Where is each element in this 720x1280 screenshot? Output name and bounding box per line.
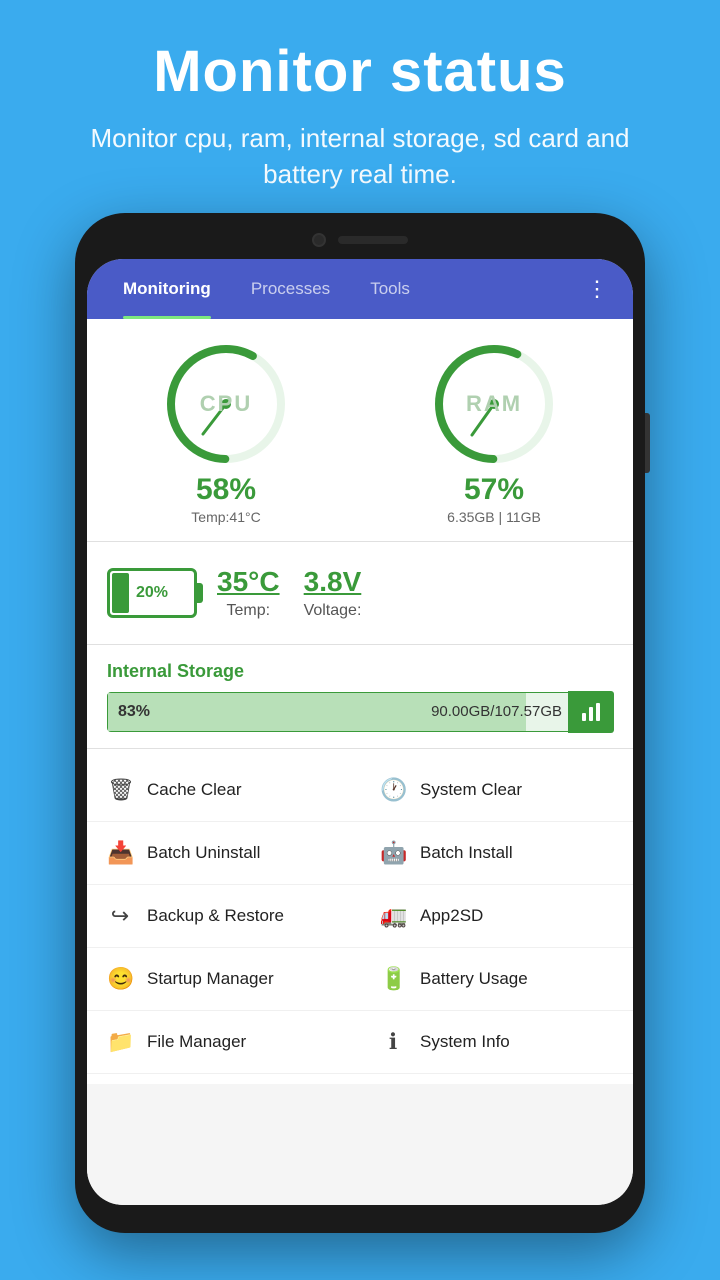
cpu-percent: 58% bbox=[196, 473, 256, 507]
hero-section: Monitor status Monitor cpu, ram, interna… bbox=[0, 0, 720, 213]
battery-percent: 20% bbox=[136, 584, 168, 602]
tools-row-3: ↪ Backup & Restore 🚛 App2SD bbox=[87, 885, 633, 948]
tools-row-4: 😊 Startup Manager 🔋 Battery Usage bbox=[87, 948, 633, 1011]
battery-fill bbox=[112, 573, 129, 613]
cpu-label: CPU bbox=[200, 391, 252, 417]
gauges-section: CPU 58% Temp:41°C RAM bbox=[87, 319, 633, 542]
batch-uninstall-label: Batch Uninstall bbox=[147, 843, 260, 863]
tool-batch-install[interactable]: 🤖 Batch Install bbox=[360, 822, 633, 885]
app-navbar: Monitoring Processes Tools ⋮ bbox=[87, 259, 633, 319]
cpu-temp: Temp:41°C bbox=[191, 509, 260, 525]
tool-batch-uninstall[interactable]: 📥 Batch Uninstall bbox=[87, 822, 360, 885]
battery-temp-value: 35°C bbox=[217, 566, 280, 598]
tool-battery-usage[interactable]: 🔋 Battery Usage bbox=[360, 948, 633, 1011]
battery-voltage-label: Voltage: bbox=[304, 602, 362, 620]
battery-temp-stat: 35°C Temp: bbox=[217, 566, 280, 620]
app2sd-icon: 🚛 bbox=[380, 903, 406, 929]
ram-gauge: RAM 57% 6.35GB | 11GB bbox=[365, 339, 623, 525]
phone-camera bbox=[312, 233, 326, 247]
tools-section: 🗑 Cache Clear 🕐 System Clear 📥 Batch Uni… bbox=[87, 749, 633, 1084]
battery-icon-container: 20% bbox=[107, 568, 197, 618]
hero-subtitle: Monitor cpu, ram, internal storage, sd c… bbox=[60, 120, 660, 193]
tool-app2sd[interactable]: 🚛 App2SD bbox=[360, 885, 633, 948]
app2sd-label: App2SD bbox=[420, 906, 483, 926]
tools-row-2: 📥 Batch Uninstall 🤖 Batch Install bbox=[87, 822, 633, 885]
storage-size: 90.00GB/107.57GB bbox=[431, 703, 562, 720]
tools-row-5: 📁 File Manager ℹ System Info bbox=[87, 1011, 633, 1074]
backup-restore-icon: ↪ bbox=[107, 903, 133, 929]
tools-row-1: 🗑 Cache Clear 🕐 System Clear bbox=[87, 759, 633, 822]
storage-section: Internal Storage 83% 90.00GB/107.57GB bbox=[87, 645, 633, 749]
app-content: CPU 58% Temp:41°C RAM bbox=[87, 319, 633, 1205]
battery-voltage-value: 3.8V bbox=[304, 566, 362, 598]
storage-percent: 83% bbox=[118, 703, 150, 721]
battery-visual: 20% bbox=[107, 568, 197, 618]
battery-temp-label: Temp: bbox=[226, 602, 270, 620]
battery-usage-icon: 🔋 bbox=[380, 966, 406, 992]
phone-side-button bbox=[645, 413, 650, 473]
battery-stats: 35°C Temp: 3.8V Voltage: bbox=[217, 566, 361, 620]
system-clear-icon: 🕐 bbox=[380, 777, 406, 803]
cache-clear-label: Cache Clear bbox=[147, 780, 242, 800]
file-manager-label: File Manager bbox=[147, 1032, 246, 1052]
batch-uninstall-icon: 📥 bbox=[107, 840, 133, 866]
phone-speaker bbox=[338, 236, 408, 244]
phone-notch bbox=[87, 225, 633, 255]
startup-manager-label: Startup Manager bbox=[147, 969, 274, 989]
tab-tools[interactable]: Tools bbox=[350, 259, 430, 319]
cpu-gauge-circle: CPU bbox=[161, 339, 291, 469]
ram-percent: 57% bbox=[464, 473, 524, 507]
chart-bar-icon bbox=[580, 701, 602, 723]
storage-title: Internal Storage bbox=[107, 661, 613, 682]
tool-system-clear[interactable]: 🕐 System Clear bbox=[360, 759, 633, 822]
cache-clear-icon: 🗑 bbox=[107, 777, 133, 803]
system-info-icon: ℹ bbox=[380, 1029, 406, 1055]
tool-system-info[interactable]: ℹ System Info bbox=[360, 1011, 633, 1074]
tool-cache-clear[interactable]: 🗑 Cache Clear bbox=[87, 759, 360, 822]
batch-install-label: Batch Install bbox=[420, 843, 513, 863]
storage-bar-container: 83% 90.00GB/107.57GB bbox=[107, 692, 613, 732]
more-menu-button[interactable]: ⋮ bbox=[578, 268, 617, 310]
tab-processes[interactable]: Processes bbox=[231, 259, 350, 319]
battery-usage-label: Battery Usage bbox=[420, 969, 528, 989]
cpu-gauge: CPU 58% Temp:41°C bbox=[97, 339, 355, 525]
phone-frame: Monitoring Processes Tools ⋮ bbox=[75, 213, 645, 1233]
startup-manager-icon: 😊 bbox=[107, 966, 133, 992]
battery-section: 20% 35°C Temp: 3.8V Voltage: bbox=[87, 542, 633, 645]
storage-chart-button[interactable] bbox=[568, 691, 614, 733]
ram-label: RAM bbox=[466, 391, 522, 417]
ram-gauge-circle: RAM bbox=[429, 339, 559, 469]
tool-backup-restore[interactable]: ↪ Backup & Restore bbox=[87, 885, 360, 948]
hero-title: Monitor status bbox=[60, 40, 660, 104]
tool-startup-manager[interactable]: 😊 Startup Manager bbox=[87, 948, 360, 1011]
tool-file-manager[interactable]: 📁 File Manager bbox=[87, 1011, 360, 1074]
file-manager-icon: 📁 bbox=[107, 1029, 133, 1055]
phone-screen: Monitoring Processes Tools ⋮ bbox=[87, 259, 633, 1205]
backup-restore-label: Backup & Restore bbox=[147, 906, 284, 926]
tab-monitoring[interactable]: Monitoring bbox=[103, 259, 231, 319]
batch-install-icon: 🤖 bbox=[380, 840, 406, 866]
ram-detail: 6.35GB | 11GB bbox=[447, 509, 541, 525]
system-info-label: System Info bbox=[420, 1032, 510, 1052]
system-clear-label: System Clear bbox=[420, 780, 522, 800]
battery-voltage-stat: 3.8V Voltage: bbox=[304, 566, 362, 620]
